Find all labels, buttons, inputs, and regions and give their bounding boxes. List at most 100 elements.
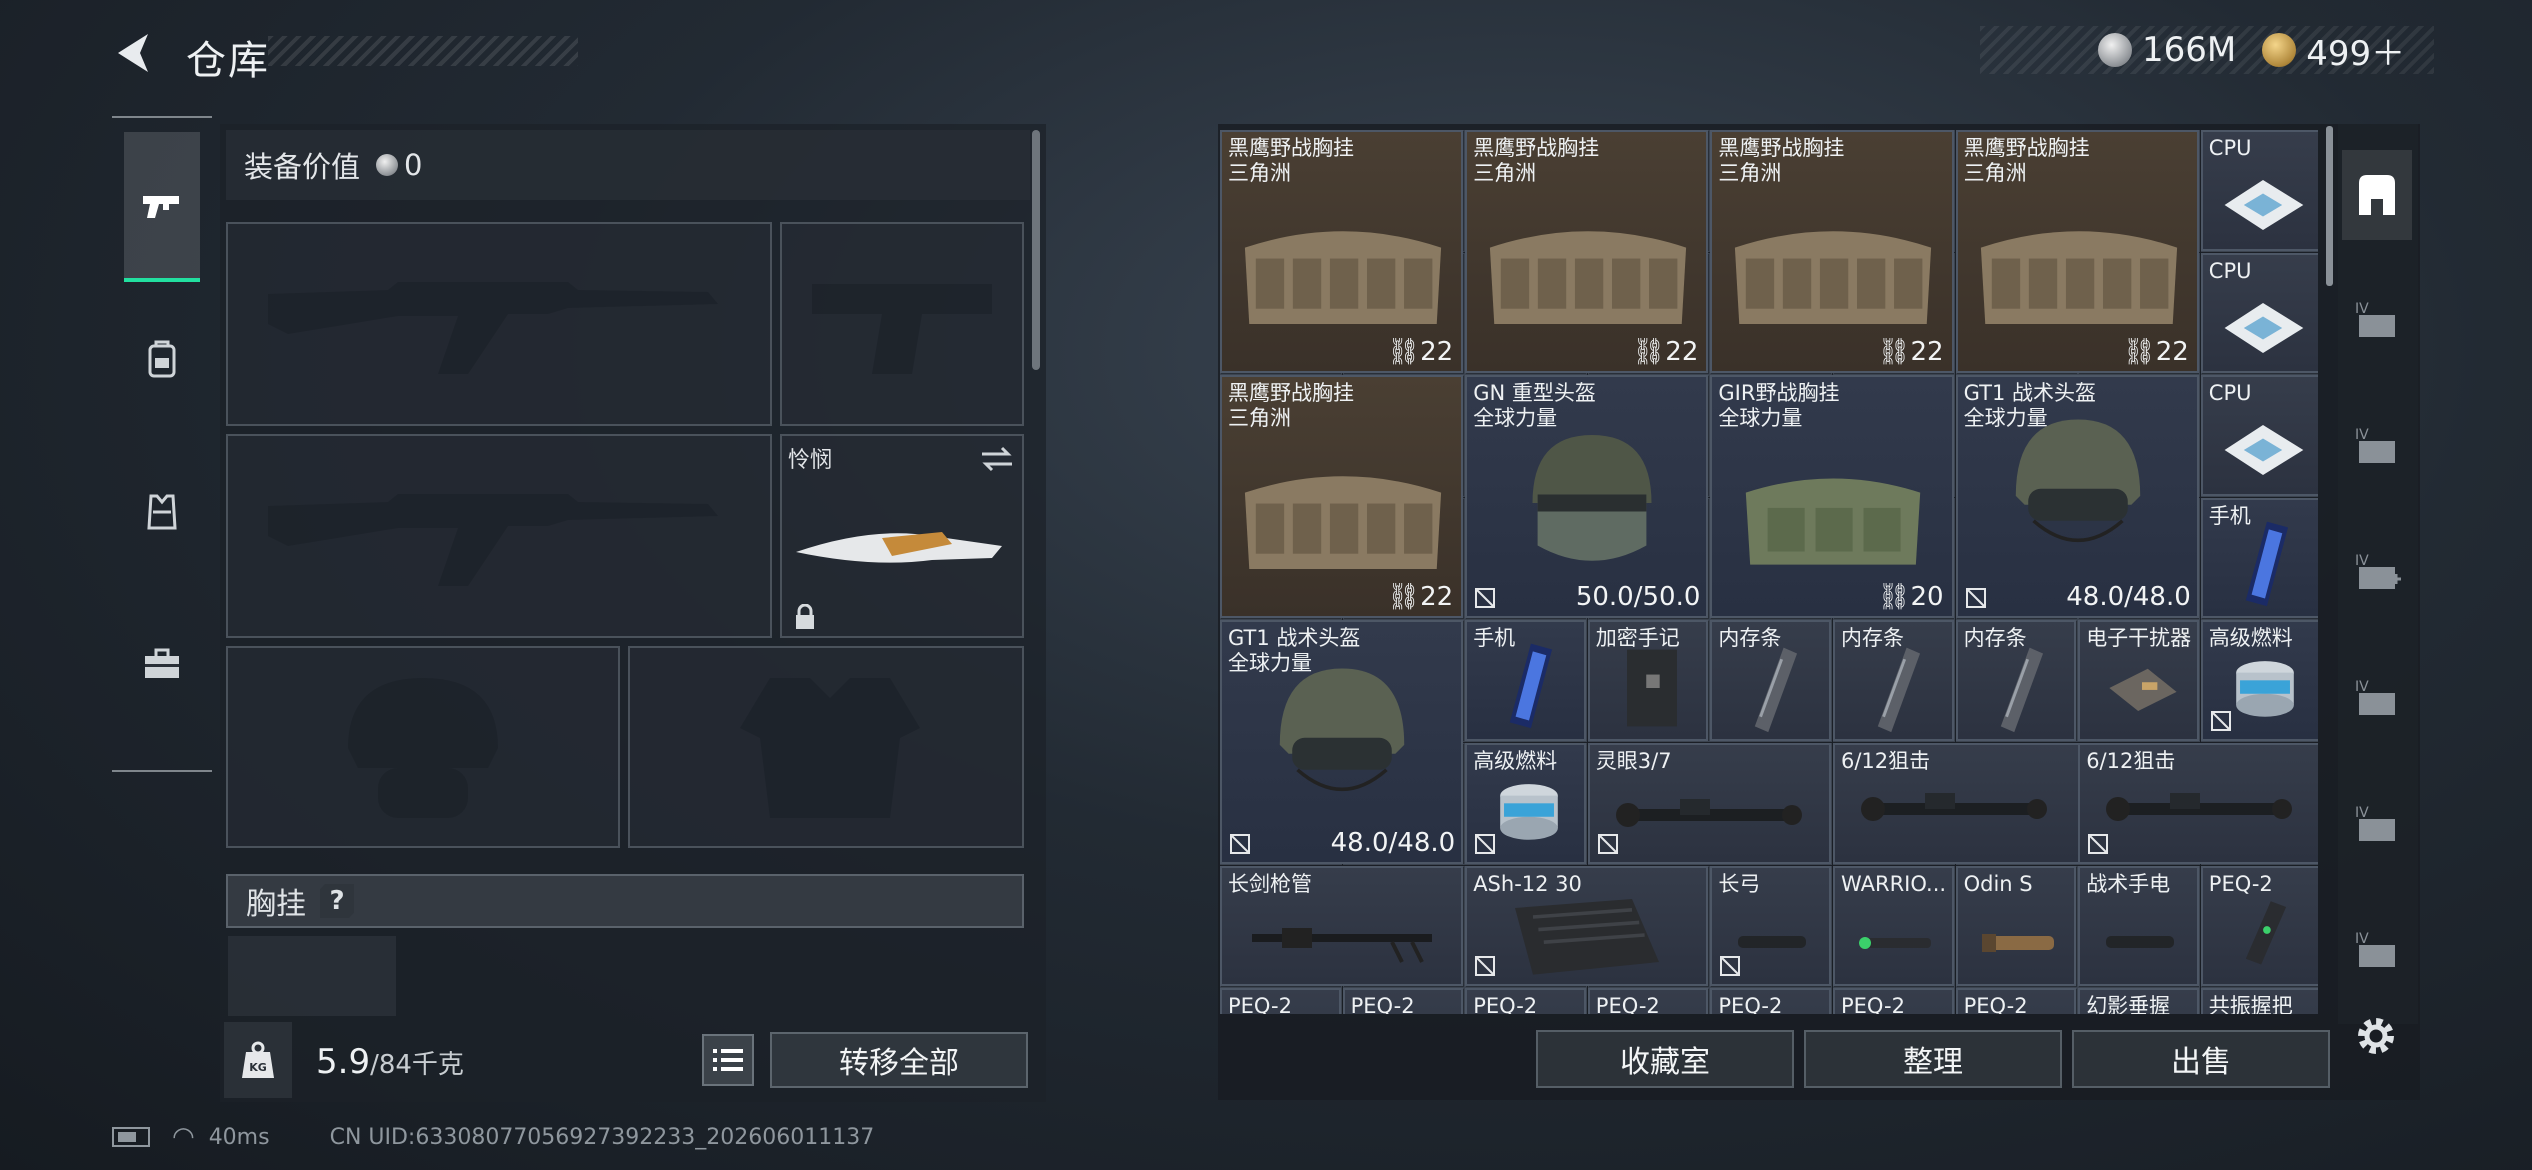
- item-durability: 48.0/48.0: [1330, 827, 1456, 858]
- stash-home-icon: [2359, 175, 2395, 215]
- attachment-item[interactable]: Odin S: [1955, 865, 2077, 987]
- lock-icon: [796, 604, 814, 629]
- attachment-item[interactable]: 战术手电: [2078, 865, 2199, 987]
- item-name: PEQ-2: [1350, 994, 1415, 1014]
- laser-item[interactable]: PEQ-2: [2200, 865, 2318, 987]
- no-sell-icon: [1475, 956, 1496, 977]
- stash-item[interactable]: PEQ-2: [1465, 988, 1586, 1014]
- category-tabs: [112, 116, 212, 772]
- stash-scrollbar[interactable]: [2326, 126, 2333, 286]
- scope-item[interactable]: 灵眼3/7: [1587, 743, 1831, 864]
- sidearm-slot[interactable]: [780, 222, 1024, 426]
- item-name: 长剑枪管: [1228, 871, 1312, 896]
- chest-rig-item[interactable]: GIR野战胸挂 全球力量 ⛓20: [1710, 375, 1954, 619]
- stash-item[interactable]: PEQ-2: [1710, 988, 1831, 1014]
- item-name: PEQ-2: [1718, 994, 1783, 1014]
- stash-item[interactable]: PEQ-2: [1342, 988, 1464, 1014]
- chest-rig-item[interactable]: 黑鹰野战胸挂 三角洲 ⛓22: [1465, 130, 1709, 374]
- collection-room-button[interactable]: 收藏室: [1536, 1030, 1794, 1088]
- stash-item[interactable]: PEQ-2: [1587, 988, 1709, 1014]
- transfer-all-button[interactable]: 转移全部: [770, 1032, 1028, 1088]
- locked-stash-icon: IV: [2355, 301, 2395, 337]
- helmet-slot[interactable]: [226, 646, 620, 848]
- melee-slot[interactable]: 怜悯: [780, 434, 1024, 638]
- help-icon[interactable]: ?: [320, 884, 354, 918]
- phone-item[interactable]: 手机: [2200, 497, 2318, 619]
- fuel-item[interactable]: 高级燃料: [2200, 620, 2318, 741]
- tab-weapons[interactable]: [124, 132, 200, 282]
- settings-gear-icon[interactable]: [2350, 1010, 2402, 1062]
- equipment-scrollbar[interactable]: [1032, 130, 1040, 370]
- item-durability: 48.0/48.0: [2066, 582, 2191, 613]
- chest-rig-icon: [1244, 476, 1442, 570]
- chest-rig-item[interactable]: 黑鹰野战胸挂 三角洲 ⛓22: [1710, 130, 1954, 374]
- notebook-icon: [1626, 649, 1677, 727]
- notebook-item[interactable]: 加密手记: [1587, 620, 1709, 741]
- silver-coin-icon: [376, 154, 399, 176]
- ram-item[interactable]: 内存条: [1955, 620, 2077, 741]
- phone-item[interactable]: 手机: [1465, 620, 1586, 741]
- item-name: 灵眼3/7: [1595, 749, 1672, 773]
- ram-stick-icon: [2000, 648, 2043, 733]
- chest-rig-icon: [1980, 231, 2177, 324]
- back-arrow-icon[interactable]: [110, 30, 156, 76]
- cpu-item[interactable]: CPU: [2200, 375, 2318, 496]
- swap-icon[interactable]: [980, 444, 1014, 474]
- pistol-silhouette-icon: [812, 284, 992, 374]
- primary-weapon-slot[interactable]: [226, 222, 772, 426]
- backpack-icon: [148, 340, 176, 378]
- helmet-item[interactable]: GN 重型头盔 全球力量 50.0/50.0: [1465, 375, 1709, 619]
- magazine-item[interactable]: ASh-12 30: [1465, 865, 1709, 987]
- sort-button[interactable]: 整理: [1804, 1030, 2062, 1088]
- stash-tab-5[interactable]: IV: [2342, 402, 2412, 492]
- chest-rig-item[interactable]: 黑鹰野战胸挂 三角洲 ⛓22: [1220, 375, 1464, 619]
- weight-icon: KG: [224, 1022, 292, 1098]
- sell-button[interactable]: 出售: [2072, 1030, 2330, 1088]
- currency-bar: 166M 499＋: [1980, 26, 2434, 74]
- stash-item[interactable]: 共振握把: [2200, 988, 2318, 1014]
- chest-rig-slot[interactable]: [228, 936, 396, 1016]
- cpu-item[interactable]: CPU: [2200, 130, 2318, 251]
- jammer-item[interactable]: 电子干扰器: [2078, 620, 2199, 741]
- body-armor-slot[interactable]: [628, 646, 1024, 848]
- stash-item[interactable]: 幻影垂握: [2078, 988, 2199, 1014]
- chest-rig-item[interactable]: 黑鹰野战胸挂 三角洲 ⛓22: [1220, 130, 1464, 374]
- ram-item[interactable]: 内存条: [1833, 620, 1954, 741]
- helmet-item[interactable]: GT1 战术头盔 全球力量 48.0/48.0: [1220, 620, 1464, 864]
- ram-item[interactable]: 内存条: [1710, 620, 1831, 741]
- fuel-item[interactable]: 高级燃料: [1465, 743, 1586, 864]
- helmet-icon: [1279, 668, 1405, 792]
- svg-text:KG: KG: [249, 1061, 267, 1074]
- item-name: 战术手电: [2086, 871, 2171, 896]
- stash-tab-main[interactable]: [2342, 150, 2412, 240]
- cpu-icon: [2224, 302, 2304, 353]
- item-count: ⛓22: [1387, 582, 1454, 613]
- stash-tab-7[interactable]: IV: [2342, 654, 2412, 744]
- cpu-item[interactable]: CPU: [2200, 252, 2318, 374]
- secondary-weapon-slot[interactable]: [226, 434, 772, 638]
- stash-tab-6[interactable]: IV: [2342, 528, 2412, 618]
- stash-item[interactable]: PEQ-2: [1220, 988, 1341, 1014]
- scope-item[interactable]: 6/12狙击: [2078, 743, 2318, 864]
- stash-item[interactable]: PEQ-2: [1833, 988, 1954, 1014]
- gold-currency[interactable]: 499＋: [2262, 26, 2405, 75]
- stash-grid: 黑鹰野战胸挂 三角洲 ⛓22 黑鹰野战胸挂 三角洲 ⛓22 黑鹰野战胸挂 三角洲 ⛓22 黑…: [1218, 128, 2318, 1014]
- item-name: PEQ-2: [1963, 994, 2028, 1014]
- stash-tab-4[interactable]: IV: [2342, 276, 2412, 366]
- tab-backpack[interactable]: [124, 284, 200, 434]
- attachment-item[interactable]: 长弓: [1710, 865, 1831, 987]
- tab-toolbox[interactable]: [124, 588, 200, 738]
- stash-tab-9[interactable]: IV: [2342, 906, 2412, 996]
- barrel-item[interactable]: 长剑枪管: [1220, 865, 1464, 987]
- helmet-item[interactable]: GT1 战术头盔 全球力量 48.0/48.0: [1955, 375, 2199, 619]
- locked-stash-icon: IV: [2355, 427, 2395, 463]
- tab-armor[interactable]: [124, 436, 200, 586]
- attachment-item[interactable]: WARRIO...: [1833, 865, 1954, 987]
- item-name: 幻影垂握: [2086, 994, 2171, 1014]
- stash-tab-8[interactable]: IV: [2342, 780, 2412, 870]
- chest-rig-item[interactable]: 黑鹰野战胸挂 三角洲 ⛓22: [1955, 130, 2199, 374]
- list-view-button[interactable]: [702, 1034, 754, 1086]
- item-name: 6/12狙击: [2086, 749, 2176, 773]
- stash-item[interactable]: PEQ-2: [1955, 988, 2077, 1014]
- item-name: CPU: [2208, 381, 2252, 406]
